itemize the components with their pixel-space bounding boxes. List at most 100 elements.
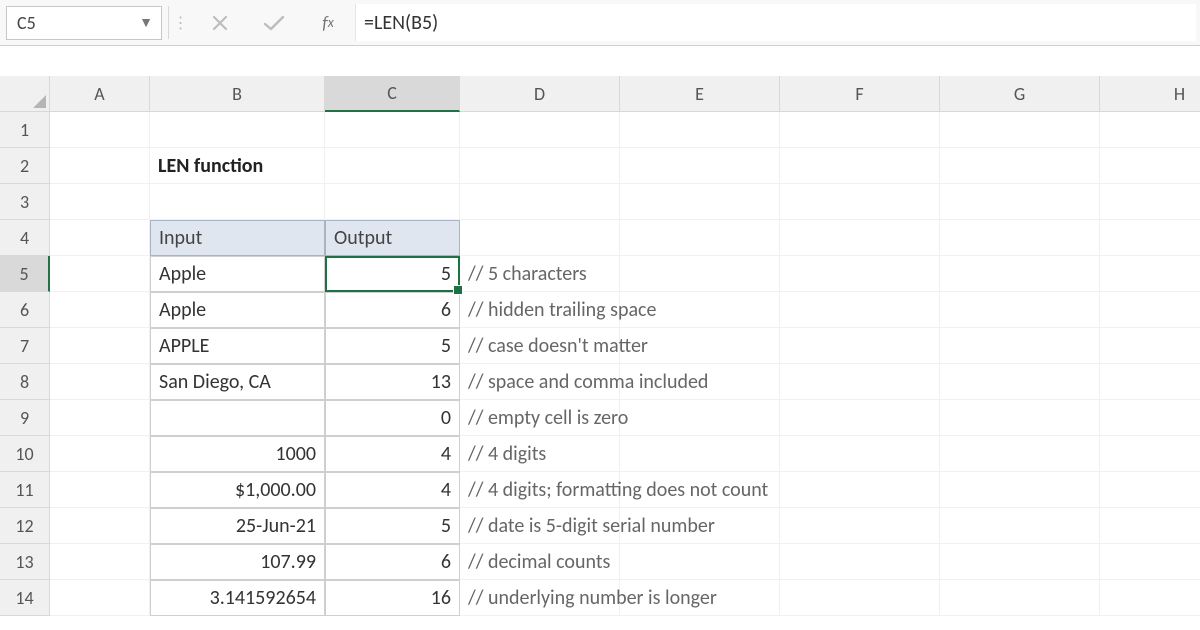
cell-F12[interactable] bbox=[780, 508, 940, 544]
cell-D9[interactable]: // empty cell is zero bbox=[460, 400, 620, 436]
cell-B8[interactable]: San Diego, CA bbox=[150, 364, 325, 400]
cell-D4[interactable] bbox=[460, 220, 620, 256]
cell-C11[interactable]: 4 bbox=[325, 472, 460, 508]
cell-G5[interactable] bbox=[940, 256, 1100, 292]
cell-H13[interactable] bbox=[1100, 544, 1200, 580]
cell-A12[interactable] bbox=[50, 508, 150, 544]
cell-H6[interactable] bbox=[1100, 292, 1200, 328]
cell-G1[interactable] bbox=[940, 112, 1100, 148]
cell-G12[interactable] bbox=[940, 508, 1100, 544]
row-header-12[interactable]: 12 bbox=[0, 508, 50, 544]
row-header-8[interactable]: 8 bbox=[0, 364, 50, 400]
cell-H8[interactable] bbox=[1100, 364, 1200, 400]
cell-F11[interactable] bbox=[780, 472, 940, 508]
cell-D10[interactable]: // 4 digits bbox=[460, 436, 620, 472]
select-all-corner[interactable] bbox=[0, 76, 50, 112]
col-header-F[interactable]: F bbox=[780, 76, 940, 112]
cell-G13[interactable] bbox=[940, 544, 1100, 580]
cell-A9[interactable] bbox=[50, 400, 150, 436]
row-header-7[interactable]: 7 bbox=[0, 328, 50, 364]
cell-E2[interactable] bbox=[620, 148, 780, 184]
cell-B9[interactable] bbox=[150, 400, 325, 436]
cell-G7[interactable] bbox=[940, 328, 1100, 364]
cell-D6[interactable]: // hidden trailing space bbox=[460, 292, 620, 328]
cell-F8[interactable] bbox=[780, 364, 940, 400]
cell-G11[interactable] bbox=[940, 472, 1100, 508]
cell-B3[interactable] bbox=[150, 184, 325, 220]
cell-B7[interactable]: APPLE bbox=[150, 328, 325, 364]
cell-H2[interactable] bbox=[1100, 148, 1200, 184]
cell-E6[interactable] bbox=[620, 292, 780, 328]
table-header-input[interactable]: Input bbox=[150, 220, 325, 256]
cell-D14[interactable]: // underlying number is longer bbox=[460, 580, 620, 616]
cell-A7[interactable] bbox=[50, 328, 150, 364]
cell-A10[interactable] bbox=[50, 436, 150, 472]
cell-H1[interactable] bbox=[1100, 112, 1200, 148]
cell-A8[interactable] bbox=[50, 364, 150, 400]
cell-D5[interactable]: // 5 characters bbox=[460, 256, 620, 292]
cell-A2[interactable] bbox=[50, 148, 150, 184]
cell-A14[interactable] bbox=[50, 580, 150, 616]
cell-E14[interactable] bbox=[620, 580, 780, 616]
cell-A3[interactable] bbox=[50, 184, 150, 220]
row-header-3[interactable]: 3 bbox=[0, 184, 50, 220]
cell-F9[interactable] bbox=[780, 400, 940, 436]
cell-C6[interactable]: 6 bbox=[325, 292, 460, 328]
fx-label[interactable]: fx bbox=[301, 0, 355, 45]
cell-C7[interactable]: 5 bbox=[325, 328, 460, 364]
col-header-H[interactable]: H bbox=[1100, 76, 1200, 112]
row-header-2[interactable]: 2 bbox=[0, 148, 50, 184]
col-header-B[interactable]: B bbox=[150, 76, 325, 112]
cell-E8[interactable] bbox=[620, 364, 780, 400]
cell-D13[interactable]: // decimal counts bbox=[460, 544, 620, 580]
cell-B2[interactable]: LEN function bbox=[150, 148, 325, 184]
cell-C3[interactable] bbox=[325, 184, 460, 220]
cell-D3[interactable] bbox=[460, 184, 620, 220]
enter-button[interactable] bbox=[247, 0, 301, 45]
cell-H5[interactable] bbox=[1100, 256, 1200, 292]
cell-F14[interactable] bbox=[780, 580, 940, 616]
cell-E11[interactable] bbox=[620, 472, 780, 508]
cell-A13[interactable] bbox=[50, 544, 150, 580]
row-header-11[interactable]: 11 bbox=[0, 472, 50, 508]
cell-F2[interactable] bbox=[780, 148, 940, 184]
cell-E9[interactable] bbox=[620, 400, 780, 436]
spreadsheet-grid[interactable]: A B C D E F G H 1 2 LEN function 3 4 Inp… bbox=[0, 76, 1200, 616]
cell-F1[interactable] bbox=[780, 112, 940, 148]
cell-E10[interactable] bbox=[620, 436, 780, 472]
cell-G2[interactable] bbox=[940, 148, 1100, 184]
row-header-5[interactable]: 5 bbox=[0, 256, 50, 292]
cell-A11[interactable] bbox=[50, 472, 150, 508]
col-header-G[interactable]: G bbox=[940, 76, 1100, 112]
cell-C8[interactable]: 13 bbox=[325, 364, 460, 400]
row-header-9[interactable]: 9 bbox=[0, 400, 50, 436]
cell-B1[interactable] bbox=[150, 112, 325, 148]
name-box[interactable]: C5 ▼ bbox=[6, 6, 162, 40]
cell-D1[interactable] bbox=[460, 112, 620, 148]
cell-B14[interactable]: 3.141592654 bbox=[150, 580, 325, 616]
cell-C10[interactable]: 4 bbox=[325, 436, 460, 472]
cell-D2[interactable] bbox=[460, 148, 620, 184]
cell-E7[interactable] bbox=[620, 328, 780, 364]
cell-A5[interactable] bbox=[50, 256, 150, 292]
cell-B13[interactable]: 107.99 bbox=[150, 544, 325, 580]
cell-F13[interactable] bbox=[780, 544, 940, 580]
row-header-14[interactable]: 14 bbox=[0, 580, 50, 616]
cell-H14[interactable] bbox=[1100, 580, 1200, 616]
cell-H10[interactable] bbox=[1100, 436, 1200, 472]
cell-F7[interactable] bbox=[780, 328, 940, 364]
cell-E3[interactable] bbox=[620, 184, 780, 220]
cell-B6[interactable]: Apple bbox=[150, 292, 325, 328]
cell-D8[interactable]: // space and comma included bbox=[460, 364, 620, 400]
row-header-1[interactable]: 1 bbox=[0, 112, 50, 148]
cell-G14[interactable] bbox=[940, 580, 1100, 616]
row-header-6[interactable]: 6 bbox=[0, 292, 50, 328]
cell-F4[interactable] bbox=[780, 220, 940, 256]
cell-C1[interactable] bbox=[325, 112, 460, 148]
cell-H9[interactable] bbox=[1100, 400, 1200, 436]
row-header-4[interactable]: 4 bbox=[0, 220, 50, 256]
col-header-C[interactable]: C bbox=[325, 76, 460, 112]
cell-H7[interactable] bbox=[1100, 328, 1200, 364]
cell-D12[interactable]: // date is 5-digit serial number bbox=[460, 508, 620, 544]
cell-C9[interactable]: 0 bbox=[325, 400, 460, 436]
